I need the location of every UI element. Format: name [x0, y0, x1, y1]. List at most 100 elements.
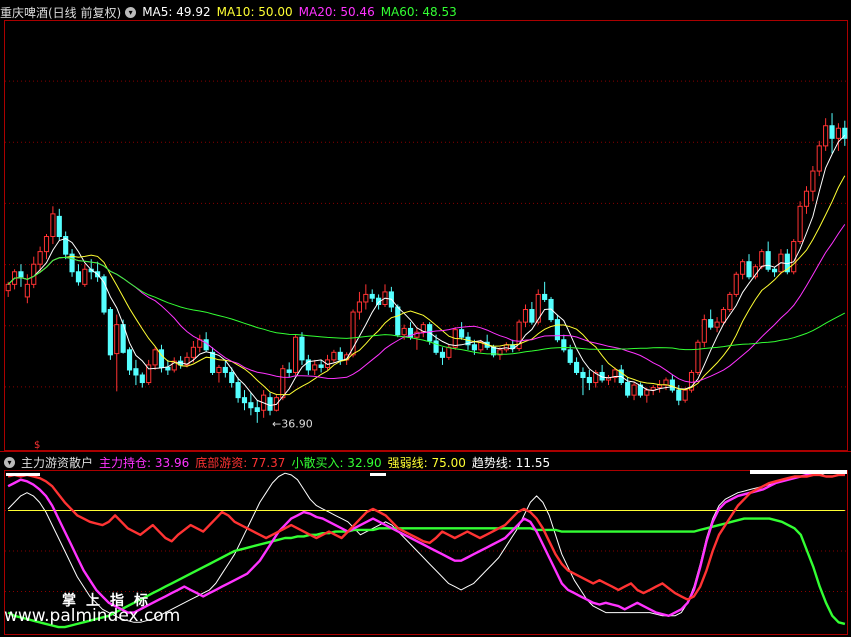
candle-body	[529, 309, 535, 323]
candle-body	[574, 361, 580, 373]
candle-body	[286, 369, 292, 373]
candle-body	[829, 125, 835, 139]
candle-body	[439, 351, 446, 358]
candle-body	[771, 268, 778, 273]
ma5-line	[7, 134, 846, 407]
candle-body	[695, 341, 701, 373]
candle-body	[337, 351, 343, 361]
candle-body	[816, 145, 822, 172]
candle-body	[209, 351, 216, 373]
candle-body	[299, 336, 305, 361]
candle-body	[241, 397, 248, 404]
candle-body	[733, 273, 739, 295]
candle-body	[835, 127, 841, 139]
candle-body	[165, 366, 171, 371]
candle-body	[580, 371, 586, 379]
candle-body	[471, 344, 477, 351]
indicator-line	[7, 473, 845, 601]
indicator-bottom-label: 底部游资: 77.37	[195, 455, 286, 470]
candle-body	[727, 293, 733, 311]
price-header: 重庆啤酒(日线 前复权) ▾ MA5: 49.92 MA10: 50.00 MA…	[0, 3, 463, 21]
candle-body	[708, 319, 714, 328]
candle-body	[43, 236, 50, 253]
candle-body	[791, 241, 797, 273]
candle-body	[24, 283, 30, 298]
candle-body	[522, 309, 529, 323]
candle-body	[810, 170, 816, 192]
candle-body	[625, 382, 631, 396]
candle-body	[229, 371, 235, 384]
chevron-down-icon[interactable]: ▾	[125, 6, 137, 18]
candle-body	[395, 306, 401, 336]
candle-body	[318, 364, 324, 368]
candle-body	[446, 346, 452, 358]
candle-body	[37, 251, 43, 265]
candle-body	[356, 301, 363, 313]
ma60-line	[7, 256, 846, 355]
candle-body	[107, 309, 113, 356]
candle-body	[631, 384, 637, 396]
candle-body	[75, 271, 82, 283]
signal-marker: $	[34, 440, 40, 451]
signal-bar	[370, 473, 386, 476]
candle-body	[222, 366, 228, 373]
candle-body	[554, 319, 560, 341]
candle-body	[657, 384, 663, 389]
indicator-header: ▾ 主力游资散户 主力持仓: 33.96 底部游资: 77.37 小散买入: 3…	[0, 453, 556, 471]
candle-body	[682, 389, 688, 401]
candle-body	[139, 374, 145, 384]
signal-bar	[6, 473, 40, 476]
candle-body	[50, 213, 56, 238]
candle-body	[133, 368, 139, 376]
ma20-line	[7, 224, 846, 383]
candle-body	[5, 283, 11, 292]
candle-body	[803, 190, 810, 207]
candle-body	[644, 389, 650, 396]
indicator-title: 主力游资散户	[21, 455, 94, 470]
candle-body	[216, 366, 222, 373]
candle-body	[759, 251, 765, 268]
indicator-strength-label: 强弱线: 75.00	[387, 455, 466, 470]
candle-body	[714, 321, 720, 328]
candle-body	[56, 215, 62, 238]
signal-bar	[750, 470, 847, 474]
candle-body	[331, 351, 337, 361]
indicator-main-label: 主力持仓: 33.96	[99, 455, 190, 470]
ma10-label: MA10: 50.00	[216, 5, 293, 19]
price-frame	[4, 20, 848, 451]
candle-body	[114, 324, 120, 355]
candle-body	[669, 379, 675, 391]
candle-body	[401, 327, 407, 336]
chart-app: ←36.90 $ 重庆啤酒(日线 前复权) ▾ MA5: 49.92 MA10: …	[0, 0, 851, 637]
candle-body	[293, 336, 299, 373]
ma5-label: MA5: 49.92	[142, 5, 211, 19]
candle-body	[18, 271, 24, 278]
indicator-trend-label: 趋势线: 11.55	[471, 455, 551, 470]
candle-body	[254, 407, 260, 412]
ma60-label: MA60: 48.53	[380, 5, 457, 19]
candle-body	[152, 349, 158, 366]
chevron-down-icon[interactable]: ▾	[4, 456, 15, 468]
candle-body	[82, 268, 88, 285]
candle-body	[740, 261, 746, 275]
chart-canvas: ←36.90 $	[0, 20, 851, 635]
candle-body	[746, 261, 752, 278]
candle-body	[369, 293, 375, 299]
candle-body	[542, 293, 548, 300]
candle-body	[765, 251, 771, 270]
indicator-retail-label: 小散买入: 32.90	[291, 455, 382, 470]
candle-body	[248, 402, 254, 409]
candle-body	[312, 364, 318, 371]
candle-body	[797, 205, 803, 243]
candle-body	[720, 309, 727, 323]
candle-body	[433, 340, 439, 353]
candle-body	[126, 349, 133, 371]
candle-body	[459, 329, 465, 338]
candle-body	[363, 293, 369, 303]
candle-body	[586, 377, 592, 384]
candle-body	[280, 368, 286, 399]
candle-body	[701, 319, 707, 343]
ma20-label: MA20: 50.46	[298, 5, 375, 19]
stock-title: 重庆啤酒(日线 前复权)	[0, 5, 122, 20]
candle-body	[235, 382, 241, 399]
